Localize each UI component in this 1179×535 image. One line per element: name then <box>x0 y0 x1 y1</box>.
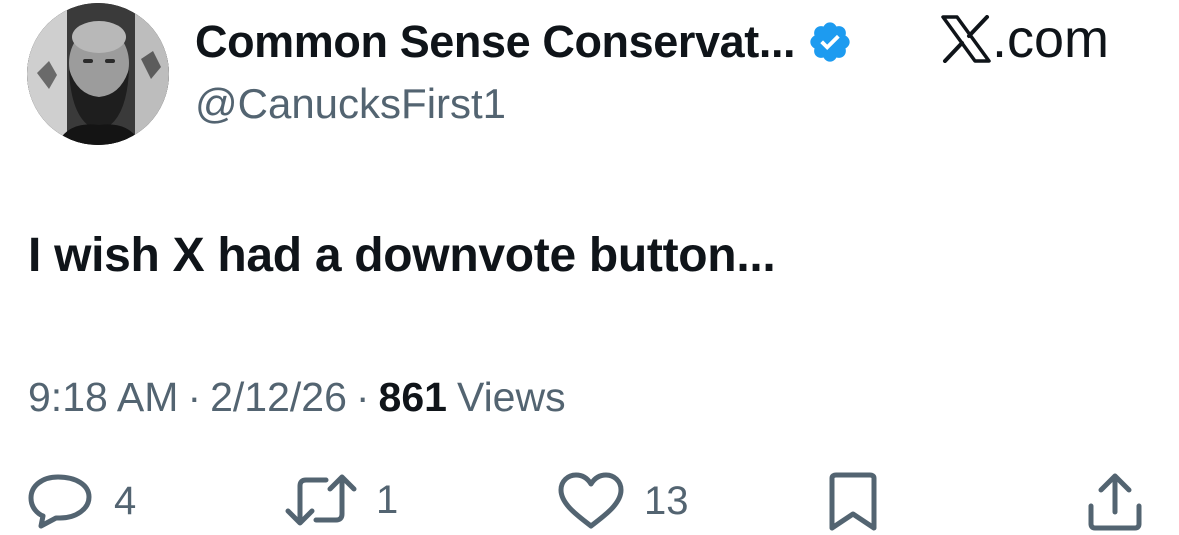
tweet-date[interactable]: 2/12/26 <box>210 374 347 421</box>
avatar[interactable] <box>27 3 169 145</box>
reply-count: 4 <box>114 479 137 523</box>
share-icon <box>1088 473 1142 531</box>
like-count: 13 <box>644 479 689 523</box>
heart-icon <box>558 472 624 529</box>
brand-watermark: .com <box>940 12 1109 66</box>
retweet-button[interactable]: 1 <box>284 472 398 528</box>
views-label: Views <box>456 374 566 420</box>
retweet-count: 1 <box>376 478 399 522</box>
tweet-card: Common Sense Conservat... @CanucksFirst1… <box>0 0 1179 535</box>
verified-badge-icon <box>810 22 850 62</box>
retweet-icon <box>285 474 357 526</box>
meta-separator: · <box>187 374 202 420</box>
brand-domain-text: .com <box>992 9 1110 69</box>
bookmark-icon <box>829 472 877 531</box>
handle[interactable]: @CanucksFirst1 <box>195 80 506 128</box>
reply-button[interactable]: 4 <box>26 472 136 530</box>
tweet-text: I wish X had a downvote button... <box>28 229 776 282</box>
like-button[interactable]: 13 <box>556 472 689 530</box>
reply-icon <box>28 474 92 529</box>
x-logo-icon <box>941 15 991 63</box>
display-name[interactable]: Common Sense Conservat... <box>195 16 796 68</box>
share-button[interactable] <box>1085 472 1145 532</box>
avatar-image <box>27 3 169 145</box>
views-count: 861 <box>378 374 447 420</box>
tweet-time[interactable]: 9:18 AM <box>28 374 178 421</box>
meta-separator: · <box>355 374 370 420</box>
bookmark-button[interactable] <box>826 472 880 532</box>
author-name-row: Common Sense Conservat... <box>195 16 853 68</box>
tweet-meta: 9:18 AM · 2/12/26 · 861 Views <box>28 374 566 421</box>
